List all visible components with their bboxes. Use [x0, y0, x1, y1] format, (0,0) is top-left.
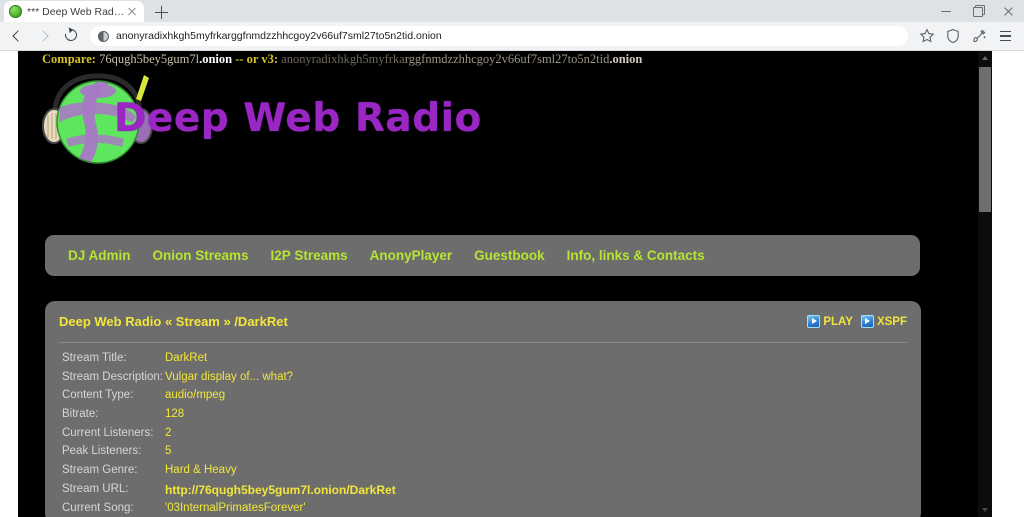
row-value: audio/mpeg [165, 389, 225, 401]
tor-circle-icon [98, 31, 109, 42]
row-value: 5 [165, 445, 171, 457]
back-arrow-icon[interactable] [6, 23, 32, 49]
table-row: Stream Genre: Hard & Heavy [62, 464, 921, 483]
row-value: 128 [165, 408, 184, 420]
table-row: Stream Title: DarkRet [62, 352, 921, 371]
browser-tab[interactable]: *** Deep Web Radio *** [4, 1, 144, 22]
maximize-icon[interactable] [962, 0, 993, 22]
site-logo-text: Deep Web Radio [114, 96, 482, 141]
table-row: Stream Description: Vulgar display of...… [62, 371, 921, 390]
address-bar[interactable]: anonyradixhkgh5myfrkarggfnmdzzhhcgoy2v66… [90, 26, 908, 46]
table-row: Bitrate: 128 [62, 408, 921, 427]
compare-v2-address[interactable]: 76qugh5bey5gum7l.onion [99, 52, 232, 66]
row-label: Bitrate: [62, 408, 165, 420]
row-value: 2 [165, 427, 171, 439]
play-icon [807, 315, 820, 328]
compare-separator: -- or v3: [235, 52, 278, 66]
scroll-up-icon[interactable] [978, 51, 992, 65]
url-text: anonyradixhkgh5myfrkarggfnmdzzhhcgoy2v66… [116, 30, 442, 42]
scroll-down-icon[interactable] [978, 503, 992, 517]
bookmark-star-icon[interactable] [914, 23, 940, 49]
browser-toolbar: anonyradixhkgh5myfrkarggfnmdzzhhcgoy2v66… [0, 22, 1024, 50]
row-label: Current Song: [62, 502, 165, 514]
brush-icon[interactable] [966, 23, 992, 49]
stream-details-table: Stream Title: DarkRet Stream Description… [45, 343, 921, 517]
row-value: Vulgar display of... what? [165, 371, 293, 383]
reload-icon[interactable] [58, 23, 84, 49]
site-logo[interactable]: Deep Web Radio [40, 66, 482, 171]
tab-title: *** Deep Web Radio *** [27, 6, 125, 18]
row-label: Stream Genre: [62, 464, 165, 476]
page-viewport: Compare: 76qugh5bey5gum7l.onion -- or v3… [0, 51, 1024, 517]
stream-panel-header: Deep Web Radio « Stream » /DarkRet PLAY … [45, 301, 921, 342]
stream-panel: Deep Web Radio « Stream » /DarkRet PLAY … [45, 301, 921, 517]
compare-label: Compare: [42, 52, 96, 66]
nav-item-anonyplayer[interactable]: AnonyPlayer [359, 248, 464, 263]
play-label: PLAY [823, 316, 853, 328]
nav-item-onion-streams[interactable]: Onion Streams [142, 248, 260, 263]
close-icon[interactable] [125, 5, 139, 19]
minimize-icon[interactable] [931, 0, 962, 22]
nav-item-dj-admin[interactable]: DJ Admin [57, 248, 142, 263]
close-icon[interactable] [993, 0, 1024, 22]
row-value: Hard & Heavy [165, 464, 237, 476]
site-navigation: DJ Admin Onion Streams I2P Streams Anony… [45, 235, 920, 276]
xspf-label: XSPF [877, 316, 907, 328]
window-controls [931, 0, 1024, 22]
table-row: Peak Listeners: 5 [62, 445, 921, 464]
row-label: Stream Title: [62, 352, 165, 364]
row-label: Stream Description: [62, 371, 165, 383]
play-icon [861, 315, 874, 328]
row-label: Stream URL: [62, 483, 165, 495]
row-label: Peak Listeners: [62, 445, 165, 457]
compare-line: Compare: 76qugh5bey5gum7l.onion -- or v3… [42, 52, 642, 67]
stream-panel-actions: PLAY XSPF [807, 315, 907, 328]
play-button[interactable]: PLAY [807, 315, 853, 328]
browser-window: *** Deep Web Radio *** anonyradixhkgh5my… [0, 0, 1024, 517]
nav-item-info-links-contacts[interactable]: Info, links & Contacts [556, 248, 716, 263]
row-label: Content Type: [62, 389, 165, 401]
nav-item-guestbook[interactable]: Guestbook [463, 248, 556, 263]
deep-web-radio-page: Compare: 76qugh5bey5gum7l.onion -- or v3… [18, 51, 992, 517]
xspf-button[interactable]: XSPF [861, 315, 907, 328]
row-label: Current Listeners: [62, 427, 165, 439]
nav-item-i2p-streams[interactable]: I2P Streams [260, 248, 359, 263]
new-tab-icon[interactable] [150, 2, 174, 22]
page-scrollbar[interactable] [978, 51, 992, 517]
stream-url-link[interactable]: http://76qugh5bey5gum7l.onion/DarkRet [165, 483, 396, 497]
compare-v3-address[interactable]: anonyradixhkgh5myfrkarggfnmdzzhhcgoy2v66… [281, 52, 642, 66]
table-row: Stream URL: http://76qugh5bey5gum7l.onio… [62, 483, 921, 502]
globe-icon [9, 5, 22, 18]
row-value: DarkRet [165, 352, 207, 364]
scrollbar-thumb[interactable] [979, 67, 991, 212]
shield-icon[interactable] [940, 23, 966, 49]
row-value: '03InternalPrimatesForever' [165, 502, 306, 514]
table-row: Current Song: '03InternalPrimatesForever… [62, 502, 921, 517]
browser-titlebar: *** Deep Web Radio *** [0, 0, 1024, 22]
menu-icon[interactable] [992, 23, 1018, 49]
table-row: Content Type: audio/mpeg [62, 389, 921, 408]
table-row: Current Listeners: 2 [62, 427, 921, 446]
stream-panel-title: Deep Web Radio « Stream » /DarkRet [59, 314, 288, 329]
forward-arrow-icon[interactable] [32, 23, 58, 49]
